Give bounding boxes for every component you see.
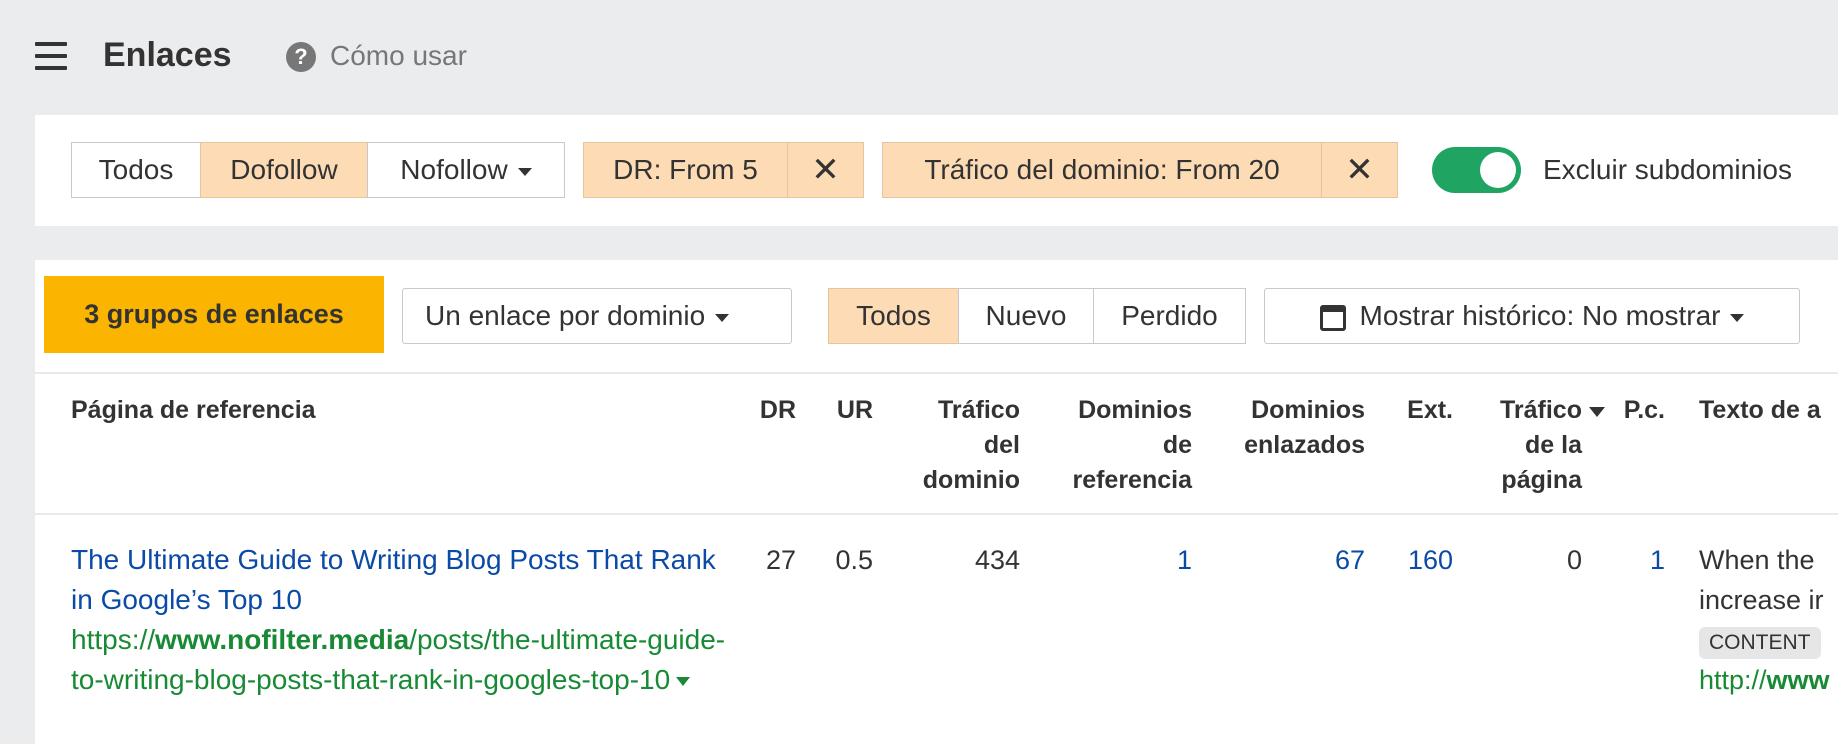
anchor-url[interactable]: http://www bbox=[1699, 660, 1838, 700]
anchor-url-prefix: http:// bbox=[1699, 665, 1767, 695]
grouping-label: Un enlace por dominio bbox=[425, 300, 706, 331]
filter-nofollow-dropdown[interactable]: Nofollow bbox=[367, 142, 565, 198]
anchor-text: When the increase ir bbox=[1699, 545, 1824, 615]
cell-ref-domains[interactable]: 1 bbox=[1050, 540, 1192, 580]
page-title-link[interactable]: The Ultimate Guide to Writing Blog Posts… bbox=[71, 544, 716, 615]
page-url[interactable]: https://www.nofilter.media/posts/the-ult… bbox=[71, 620, 731, 700]
divider bbox=[35, 513, 1838, 515]
cell-ur: 0.5 bbox=[835, 545, 873, 575]
col-header-page-traffic[interactable]: Tráfico de la página bbox=[1480, 393, 1582, 498]
page-title: Enlaces bbox=[103, 36, 232, 74]
content-tag: CONTENT bbox=[1699, 627, 1821, 659]
traffic-filter-chip[interactable]: Tráfico del dominio: From 20 bbox=[882, 142, 1322, 198]
close-icon[interactable]: ✕ bbox=[1321, 142, 1398, 198]
how-to-use-link[interactable]: Cómo usar bbox=[330, 40, 467, 72]
calendar-icon bbox=[1319, 304, 1346, 331]
cell-dr: 27 bbox=[765, 545, 796, 575]
close-icon[interactable]: ✕ bbox=[787, 142, 864, 198]
filter-all[interactable]: Todos bbox=[71, 142, 201, 198]
chevron-down-icon bbox=[1730, 313, 1745, 322]
groups-count-badge: 3 grupos de enlaces bbox=[44, 276, 384, 353]
filter-dofollow[interactable]: Dofollow bbox=[200, 142, 368, 198]
chevron-down-icon bbox=[517, 167, 532, 176]
cell-anchor: When the increase ir CONTENT http://www bbox=[1699, 540, 1838, 700]
help-icon[interactable]: ? bbox=[286, 42, 316, 72]
anchor-url-domain: www bbox=[1766, 665, 1830, 695]
nofollow-label: Nofollow bbox=[400, 154, 508, 185]
grouping-select[interactable]: Un enlace por dominio bbox=[402, 288, 792, 344]
cell-pc[interactable]: 1 bbox=[1615, 540, 1665, 580]
cell-linked-domains[interactable]: 67 bbox=[1215, 540, 1365, 580]
tab-lost[interactable]: Perdido bbox=[1093, 288, 1246, 344]
col-header-ur[interactable]: UR bbox=[820, 393, 873, 428]
col-header-ref-domains[interactable]: Dominios de referencia bbox=[1050, 393, 1192, 498]
menu-icon[interactable] bbox=[35, 42, 67, 70]
history-label: Mostrar histórico: No mostrar bbox=[1359, 300, 1721, 331]
cell-domain-traffic: 434 bbox=[974, 545, 1020, 575]
col-header-linked-domains[interactable]: Dominios enlazados bbox=[1215, 393, 1365, 463]
history-select[interactable]: Mostrar histórico: No mostrar bbox=[1264, 288, 1800, 344]
chevron-down-icon[interactable] bbox=[676, 677, 691, 687]
chevron-down-icon bbox=[715, 313, 730, 322]
tab-all[interactable]: Todos bbox=[828, 288, 959, 344]
dr-filter-chip[interactable]: DR: From 5 bbox=[583, 142, 788, 198]
cell-ext[interactable]: 160 bbox=[1395, 540, 1453, 580]
url-prefix: https:// bbox=[71, 624, 156, 655]
divider bbox=[35, 372, 1838, 374]
exclude-subdomains-toggle[interactable] bbox=[1432, 147, 1521, 193]
cell-page-traffic: 0 bbox=[1566, 545, 1582, 575]
exclude-subdomains-label: Excluir subdominios bbox=[1543, 154, 1792, 185]
url-domain: www.nofilter.media bbox=[155, 624, 410, 655]
col-header-domain-traffic[interactable]: Tráfico del dominio bbox=[900, 393, 1020, 498]
col-header-dr[interactable]: DR bbox=[740, 393, 796, 428]
sort-desc-icon[interactable] bbox=[1589, 407, 1605, 417]
col-header-anchor[interactable]: Texto de a bbox=[1699, 393, 1821, 428]
col-header-ext[interactable]: Ext. bbox=[1395, 393, 1453, 428]
tab-new[interactable]: Nuevo bbox=[958, 288, 1094, 344]
referring-page: The Ultimate Guide to Writing Blog Posts… bbox=[71, 540, 731, 700]
col-header-pc[interactable]: P.c. bbox=[1615, 393, 1665, 428]
col-header-page[interactable]: Página de referencia bbox=[71, 393, 316, 428]
